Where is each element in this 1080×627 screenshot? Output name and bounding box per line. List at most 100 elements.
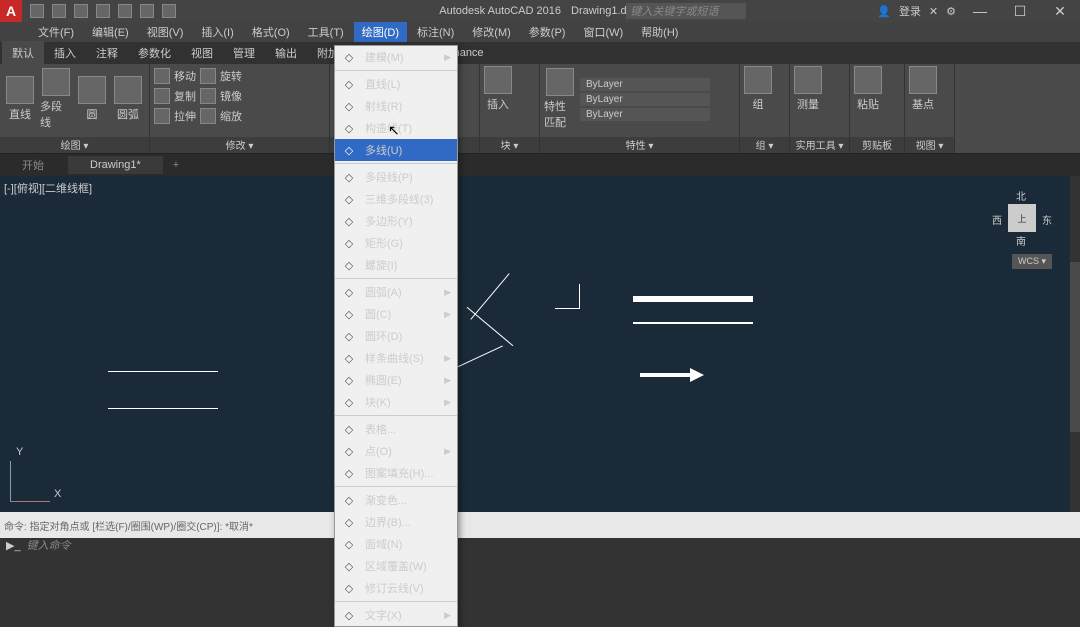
- panel-label-group[interactable]: 组 ▾: [740, 137, 789, 153]
- redo-icon[interactable]: [162, 4, 176, 18]
- panel-label-prop[interactable]: 特性 ▾: [540, 137, 739, 153]
- tab-start[interactable]: 开始: [0, 154, 66, 176]
- insert-button[interactable]: 插入: [482, 66, 514, 112]
- tab-manage[interactable]: 管理: [223, 41, 265, 65]
- open-icon[interactable]: [52, 4, 66, 18]
- panel-label-util[interactable]: 实用工具 ▾: [790, 137, 849, 153]
- menu-item[interactable]: ◇块(K)▶: [335, 391, 457, 413]
- matchprop-button[interactable]: 特性匹配: [544, 68, 576, 130]
- menu-item[interactable]: ◇表格...: [335, 418, 457, 440]
- submenu-arrow-icon: ▶: [444, 309, 451, 320]
- stretch-icon[interactable]: [154, 108, 170, 124]
- saveas-icon[interactable]: [96, 4, 110, 18]
- login-button[interactable]: 登录: [899, 3, 921, 19]
- menu-item[interactable]: ◇建模(M)▶: [335, 46, 457, 68]
- rotate-icon[interactable]: [200, 68, 216, 84]
- command-history: 命令: 指定对角点或 [栏选(F)/圈围(WP)/圈交(CP)]: *取消*: [4, 518, 253, 533]
- new-icon[interactable]: [30, 4, 44, 18]
- command-input[interactable]: 键入命令: [27, 537, 71, 553]
- menu-item[interactable]: ◇圆(C)▶: [335, 303, 457, 325]
- menu-item[interactable]: ◇边界(B)...: [335, 511, 457, 533]
- mirror-icon[interactable]: [200, 88, 216, 104]
- tab-insert[interactable]: 插入: [44, 41, 86, 65]
- base-button[interactable]: 基点: [907, 66, 939, 112]
- new-tab-button[interactable]: +: [165, 156, 187, 174]
- polyline-button[interactable]: 多段线: [40, 68, 72, 130]
- navigation-bar[interactable]: [1070, 262, 1080, 432]
- panel-label-view[interactable]: 视图 ▾: [905, 137, 954, 153]
- minimize-button[interactable]: —: [964, 2, 996, 20]
- menu-item[interactable]: ◇直线(L): [335, 73, 457, 95]
- panel-label-draw[interactable]: 绘图 ▾: [0, 137, 149, 153]
- save-icon[interactable]: [74, 4, 88, 18]
- menu-tools[interactable]: 工具(T): [300, 22, 352, 42]
- menu-item[interactable]: ◇椭圆(E)▶: [335, 369, 457, 391]
- tab-view[interactable]: 视图: [181, 41, 223, 65]
- menu-window[interactable]: 窗口(W): [575, 22, 631, 42]
- scale-icon[interactable]: [200, 108, 216, 124]
- panel-label-block[interactable]: 块 ▾: [480, 137, 539, 153]
- panel-label-modify[interactable]: 修改 ▾: [150, 137, 329, 153]
- line-button[interactable]: 直线: [4, 76, 36, 122]
- drawing-canvas[interactable]: [-][俯视][二维线框] Y X 北 南 东 西 上 WCS ▾: [0, 176, 1070, 512]
- tab-param[interactable]: 参数化: [128, 41, 181, 65]
- menu-format[interactable]: 格式(O): [244, 22, 298, 42]
- help-icon[interactable]: ⚙: [946, 5, 956, 18]
- menu-item[interactable]: ◇射线(R): [335, 95, 457, 117]
- menu-item[interactable]: ◇渐变色...: [335, 489, 457, 511]
- menu-item[interactable]: ◇样条曲线(S)▶: [335, 347, 457, 369]
- menu-item[interactable]: ◇文字(X)▶: [335, 604, 457, 626]
- command-prompt-icon[interactable]: ▶_: [6, 539, 21, 552]
- ucs-icon[interactable]: Y X: [10, 461, 50, 502]
- ribbon-tabs: 默认 插入 注释 参数化 视图 管理 输出 附加模块 A36 Performan…: [0, 42, 1080, 64]
- tab-drawing1[interactable]: Drawing1*: [68, 156, 163, 174]
- menu-draw[interactable]: 绘图(D): [354, 22, 407, 42]
- menu-help[interactable]: 帮助(H): [633, 22, 686, 42]
- tab-annotate[interactable]: 注释: [86, 41, 128, 65]
- group-button[interactable]: 组: [742, 66, 774, 112]
- user-icon[interactable]: 👤: [877, 5, 891, 18]
- wcs-dropdown[interactable]: WCS ▾: [1012, 254, 1052, 269]
- tab-default[interactable]: 默认: [2, 41, 44, 65]
- menu-item[interactable]: ◇多段线(P): [335, 166, 457, 188]
- search-input[interactable]: 键入关键字或短语: [626, 3, 746, 19]
- app-logo-icon[interactable]: A: [0, 0, 22, 22]
- menu-param[interactable]: 参数(P): [521, 22, 574, 42]
- tab-output[interactable]: 输出: [265, 41, 307, 65]
- maximize-button[interactable]: ☐: [1004, 2, 1036, 20]
- copy-icon[interactable]: [154, 88, 170, 104]
- view-cube[interactable]: 北 南 东 西 上: [992, 188, 1052, 248]
- menu-insert[interactable]: 插入(I): [193, 22, 241, 42]
- menu-view[interactable]: 视图(V): [139, 22, 192, 42]
- linetype-dropdown[interactable]: ByLayer: [580, 108, 710, 121]
- viewport-label[interactable]: [-][俯视][二维线框]: [4, 180, 92, 196]
- menu-dim[interactable]: 标注(N): [409, 22, 462, 42]
- move-icon[interactable]: [154, 68, 170, 84]
- arc-button[interactable]: 圆弧: [112, 76, 144, 122]
- menu-item[interactable]: ◇圆环(D): [335, 325, 457, 347]
- measure-button[interactable]: 测量: [792, 66, 824, 112]
- menu-item[interactable]: ◇多线(U): [335, 139, 457, 161]
- undo-icon[interactable]: [140, 4, 154, 18]
- command-bar[interactable]: 命令: 指定对角点或 [栏选(F)/圈围(WP)/圈交(CP)]: *取消*: [0, 512, 1080, 538]
- plot-icon[interactable]: [118, 4, 132, 18]
- close-button[interactable]: ✕: [1044, 2, 1076, 20]
- menu-file[interactable]: 文件(F): [30, 22, 82, 42]
- lineweight-dropdown[interactable]: ByLayer: [580, 93, 710, 106]
- menu-item[interactable]: ◇矩形(G): [335, 232, 457, 254]
- menu-item[interactable]: ◇圆弧(A)▶: [335, 281, 457, 303]
- menu-item[interactable]: ◇修订云线(V): [335, 577, 457, 599]
- menu-item[interactable]: ◇图案填充(H)...: [335, 462, 457, 484]
- menu-item[interactable]: ◇多边形(Y): [335, 210, 457, 232]
- panel-label-clip[interactable]: 剪贴板: [850, 137, 904, 153]
- paste-button[interactable]: 粘贴: [852, 66, 884, 112]
- menu-modify[interactable]: 修改(M): [464, 22, 519, 42]
- menu-item[interactable]: ◇三维多段线(3): [335, 188, 457, 210]
- menu-edit[interactable]: 编辑(E): [84, 22, 137, 42]
- menu-item[interactable]: ◇区域覆盖(W): [335, 555, 457, 577]
- menu-item[interactable]: ◇螺旋(I): [335, 254, 457, 276]
- circle-button[interactable]: 圆: [76, 76, 108, 122]
- color-dropdown[interactable]: ByLayer: [580, 78, 710, 91]
- exchange-icon[interactable]: ✕: [929, 5, 938, 18]
- menu-item[interactable]: ◇点(O)▶: [335, 440, 457, 462]
